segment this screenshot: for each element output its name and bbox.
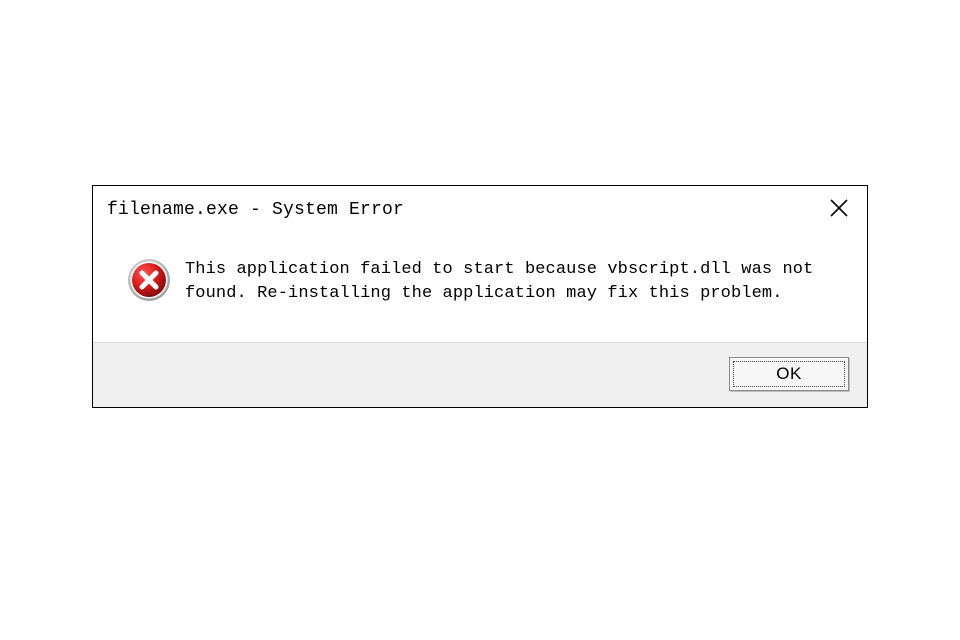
dialog-footer: OK [93, 342, 867, 407]
titlebar: filename.exe - System Error [93, 186, 867, 230]
dialog-title: filename.exe - System Error [107, 200, 404, 220]
error-icon [127, 258, 171, 302]
close-icon [829, 198, 849, 223]
close-button[interactable] [825, 196, 853, 224]
ok-button[interactable]: OK [729, 357, 849, 391]
dialog-message: This application failed to start because… [185, 258, 825, 306]
error-dialog: filename.exe - System Error [92, 185, 868, 408]
dialog-body: This application failed to start because… [93, 230, 867, 342]
